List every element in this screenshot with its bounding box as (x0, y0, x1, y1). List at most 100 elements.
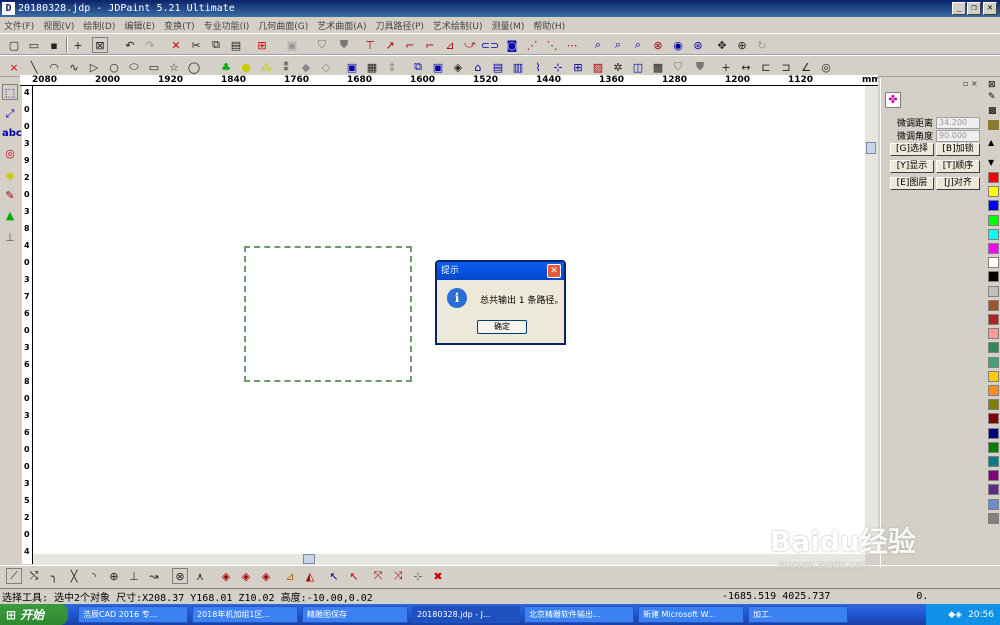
node-delete-icon[interactable]: ⋯ (564, 37, 580, 53)
menu-edit[interactable]: 编辑(E) (124, 19, 155, 32)
shield-solid-icon[interactable]: ⛊ (692, 59, 708, 75)
task-jdpaint[interactable]: 20180328.jdp - J... (412, 606, 520, 623)
tray-icons[interactable]: ◆◈ (948, 610, 962, 620)
rectangle-icon[interactable]: ▭ (146, 59, 162, 75)
round-corner-icon[interactable]: ╮ (46, 568, 62, 584)
sweep-icon[interactable]: ⊿ (282, 568, 298, 584)
pointer-remove-icon[interactable]: ↖ (346, 568, 362, 584)
shield-filled-icon[interactable]: ⛊ (336, 37, 352, 53)
zoom-icon[interactable]: ⊕ (734, 37, 750, 53)
select-box-icon[interactable]: ⊠ (92, 37, 108, 53)
task-new-word[interactable]: 新建 Microsoft W... (638, 606, 744, 623)
color-swatch[interactable] (988, 314, 999, 325)
dimension-icon[interactable]: ↔ (738, 59, 754, 75)
dimension-c-icon[interactable]: ⊐ (778, 59, 794, 75)
snap-icon[interactable]: ⊗ (172, 568, 188, 584)
zoom-previous-icon[interactable]: ⌕ (610, 37, 626, 53)
display-button[interactable]: [Y]显示 (890, 160, 934, 173)
array-icon[interactable]: ▦ (364, 59, 380, 75)
measure-tool-icon[interactable]: ⊥ (2, 230, 18, 246)
dimension-b-icon[interactable]: ⊏ (758, 59, 774, 75)
color-swatch[interactable] (988, 186, 999, 198)
shield-icon[interactable]: ⛉ (314, 37, 330, 53)
node-edit-icon[interactable]: ⋰ (524, 37, 540, 53)
path-tool-icon[interactable]: ⊞ (570, 59, 586, 75)
color-swatch[interactable] (988, 257, 999, 269)
angle-icon[interactable]: ∠ (798, 59, 814, 75)
eyedropper-icon[interactable]: ✎ (988, 92, 996, 102)
point-icon[interactable]: × (6, 59, 22, 75)
open-file-icon[interactable]: ▭ (26, 37, 42, 53)
shape-c-icon[interactable]: ▥ (510, 59, 526, 75)
task-folder-machining[interactable]: 加工. (748, 606, 848, 623)
undo-icon[interactable]: ↶ (122, 37, 138, 53)
menu-special[interactable]: 专业功能(I) (204, 19, 250, 32)
crosshair-icon[interactable]: + (70, 37, 86, 53)
refresh-icon[interactable]: ↻ (754, 37, 770, 53)
menu-toolpath[interactable]: 刀具路径(P) (375, 19, 423, 32)
sun-icon[interactable]: ✲ (610, 59, 626, 75)
ring-tool-icon[interactable]: ◎ (2, 146, 18, 162)
task-gstarcad[interactable]: 浩辰CAD 2016 专... (78, 606, 188, 623)
tool-a-icon[interactable]: ◆ (298, 59, 314, 75)
ellipse-icon[interactable]: ⬭ (126, 59, 142, 75)
delete-icon[interactable]: ✕ (168, 37, 184, 53)
color-swatch[interactable] (988, 328, 999, 340)
text-tool-icon[interactable]: abc (2, 126, 22, 142)
horizontal-scroll-thumb[interactable] (303, 554, 315, 564)
grid-icon[interactable]: ⊞ (254, 37, 270, 53)
fill-tool-icon[interactable]: ▲ (2, 208, 18, 224)
diamond-snap-b-icon[interactable]: ◈ (238, 568, 254, 584)
sweep-b-icon[interactable]: ◭ (302, 568, 318, 584)
trim-icon[interactable]: ⊤ (362, 37, 378, 53)
layer-icon[interactable]: ▣ (284, 37, 300, 53)
order-button[interactable]: [T]顺序 (936, 160, 980, 173)
start-button[interactable]: ⊞ 开始 (0, 604, 68, 625)
node-x-icon[interactable]: ⤧ (370, 568, 386, 584)
color-swatch[interactable] (988, 200, 999, 212)
path-b-icon[interactable]: ▨ (590, 59, 606, 75)
vertical-scroll-thumb[interactable] (866, 142, 876, 154)
pointer-add-icon[interactable]: ↖ (326, 568, 342, 584)
perpendicular-icon[interactable]: ⊥ (126, 568, 142, 584)
badge-icon[interactable]: ▩ (650, 59, 666, 75)
lock-button[interactable]: [B]加锁 (936, 143, 980, 156)
save-icon[interactable]: ▪ (46, 37, 62, 53)
task-spreadsheet[interactable]: 2018年机加组1区... (192, 606, 298, 623)
pattern-icon[interactable]: ▩ (988, 106, 997, 116)
menu-geometric-surface[interactable]: 几何曲面(G) (258, 19, 308, 32)
tree-icon[interactable]: ♣ (218, 59, 234, 75)
color-swatch[interactable] (988, 498, 999, 510)
color-swatch[interactable] (988, 385, 999, 396)
nudge-angle-input[interactable]: 90.000 (936, 129, 981, 142)
join-icon[interactable]: ⤻ (462, 37, 478, 53)
menu-art-draw[interactable]: 艺术绘制(U) (433, 19, 483, 32)
polyline-icon[interactable]: ▷ (86, 59, 102, 75)
zoom-select-icon[interactable]: ⊗ (650, 37, 666, 53)
tool-b-icon[interactable]: ◇ (318, 59, 334, 75)
distribute-icon[interactable]: ▣ (430, 59, 446, 75)
color-swatch[interactable] (988, 228, 999, 240)
color-swatch[interactable] (988, 285, 999, 297)
menu-view[interactable]: 视图(V) (43, 19, 74, 32)
menu-measure[interactable]: 测量(M) (492, 19, 525, 32)
color-swatch[interactable] (988, 356, 999, 368)
cube-icon[interactable]: ▣ (344, 59, 360, 75)
cross-icon[interactable]: ╳ (66, 568, 82, 584)
cancel-icon[interactable]: ✖ (430, 568, 446, 584)
color-swatch[interactable] (988, 470, 999, 482)
color-swatch[interactable] (988, 342, 999, 354)
zoom-all-icon[interactable]: ⌕ (630, 37, 646, 53)
line-icon[interactable]: ╲ (26, 59, 42, 75)
cut-icon[interactable]: ✂ (188, 37, 204, 53)
close-button[interactable]: ✕ (983, 2, 997, 15)
palette-scroll-down-icon[interactable]: ▼ (988, 158, 994, 167)
color-swatch[interactable] (988, 243, 999, 254)
frame-icon[interactable]: ◫ (630, 59, 646, 75)
color-swatch[interactable] (988, 413, 999, 425)
copy-icon[interactable]: ⧉ (208, 37, 224, 53)
color-swatch[interactable] (988, 441, 999, 453)
node-tool-icon[interactable]: ⤢ (2, 106, 18, 122)
zoom-window-icon[interactable]: ⌕ (590, 37, 606, 53)
minimize-button[interactable]: _ (952, 2, 966, 15)
